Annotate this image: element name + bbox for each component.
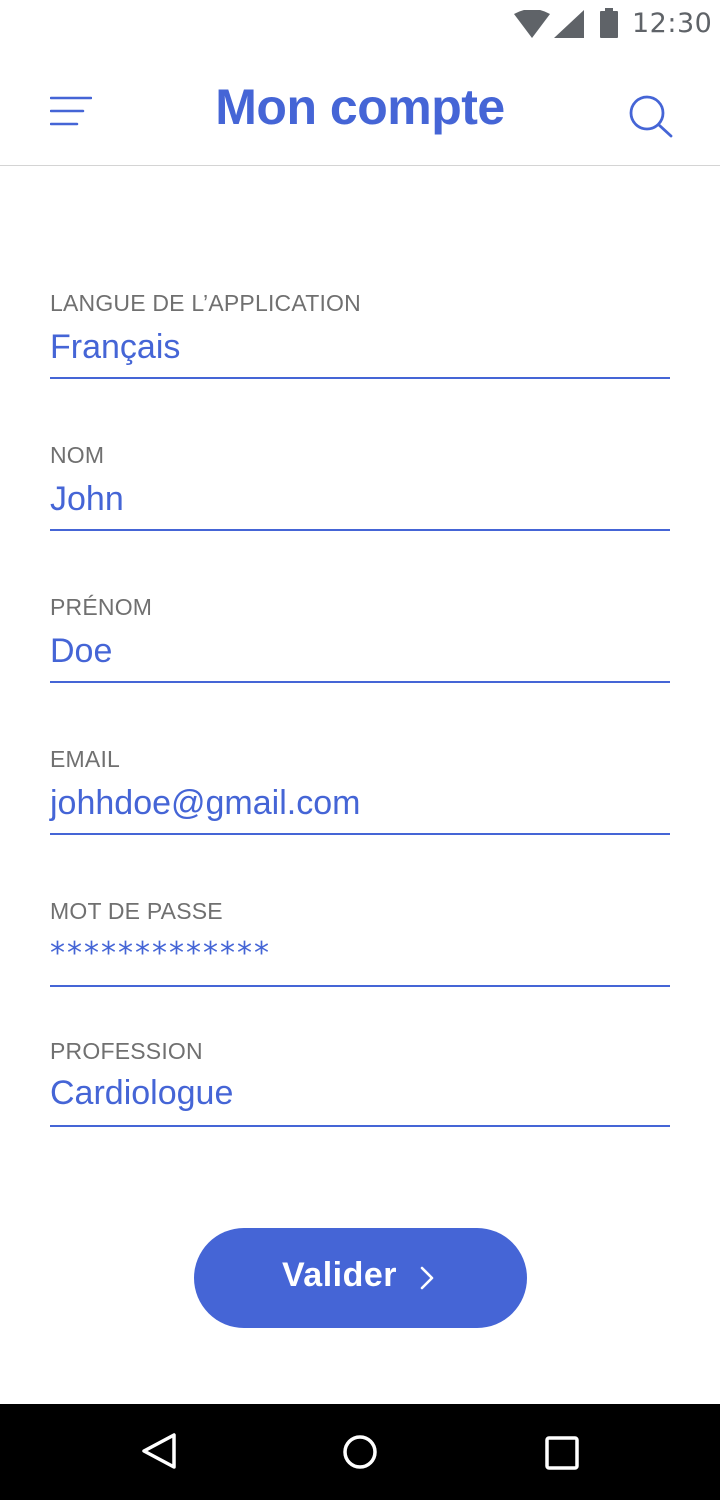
home-icon	[341, 1435, 379, 1475]
language-label: LANGUE DE L’APPLICATION	[50, 290, 361, 316]
first-name-input[interactable]: Doe	[50, 632, 670, 671]
profession-label: PROFESSION	[50, 1038, 203, 1064]
back-button[interactable]	[140, 1432, 178, 1475]
profession-underline	[50, 1125, 670, 1127]
status-bar: 12:30	[0, 0, 720, 48]
email-underline	[50, 833, 670, 835]
password-underline	[50, 985, 670, 987]
chevron-right-icon	[420, 1266, 434, 1295]
last-name-field[interactable]: NOM John	[50, 442, 670, 534]
search-icon	[628, 95, 674, 142]
app-bar: Mon compte	[0, 48, 720, 166]
first-name-underline	[50, 681, 670, 683]
language-field[interactable]: LANGUE DE L’APPLICATION Français	[50, 290, 670, 382]
email-field[interactable]: EMAIL johhdoe@gmail.com	[50, 746, 670, 838]
home-button[interactable]	[341, 1433, 379, 1476]
system-nav-bar	[0, 1404, 720, 1500]
profession-field[interactable]: PROFESSION Cardiologue	[50, 1038, 670, 1130]
account-screen: 12:30 Mon compte LANGUE DE L’APPLICATION…	[0, 0, 720, 1500]
password-label: MOT DE PASSE	[50, 898, 223, 924]
recents-icon	[544, 1436, 580, 1475]
first-name-field[interactable]: PRÉNOM Doe	[50, 594, 670, 686]
last-name-input[interactable]: John	[50, 480, 670, 519]
password-input[interactable]: *************	[50, 936, 670, 971]
last-name-underline	[50, 529, 670, 531]
search-button[interactable]	[628, 94, 674, 138]
wifi-icon	[514, 9, 550, 43]
page-title: Mon compte	[215, 79, 505, 135]
back-icon	[140, 1433, 178, 1474]
last-name-label: NOM	[50, 442, 105, 468]
submit-label: Valider	[282, 1256, 398, 1294]
status-time: 12:30	[632, 8, 713, 39]
submit-button[interactable]: Valider	[194, 1228, 527, 1328]
signal-icon	[554, 10, 584, 43]
email-input[interactable]: johhdoe@gmail.com	[50, 784, 670, 823]
first-name-label: PRÉNOM	[50, 594, 153, 620]
language-underline	[50, 377, 670, 379]
battery-icon	[600, 8, 618, 43]
recents-button[interactable]	[544, 1435, 580, 1476]
language-value[interactable]: Français	[50, 328, 670, 367]
email-label: EMAIL	[50, 746, 121, 772]
password-field[interactable]: MOT DE PASSE *************	[50, 898, 670, 990]
profession-input[interactable]: Cardiologue	[50, 1074, 670, 1113]
